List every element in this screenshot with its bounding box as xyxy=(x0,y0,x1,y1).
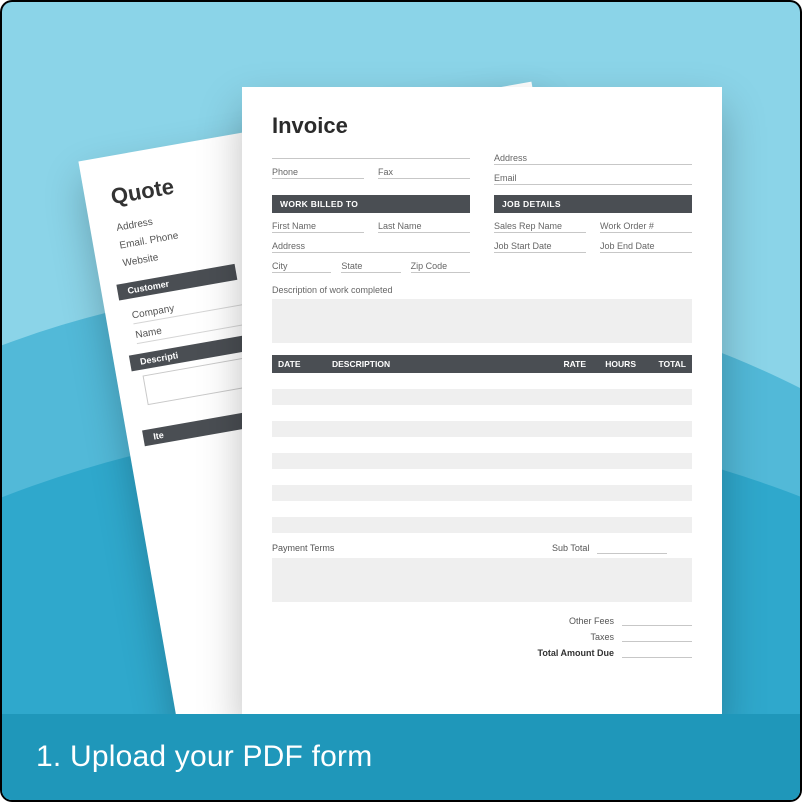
col-date: DATE xyxy=(272,355,326,373)
first-name-field: First Name xyxy=(272,213,364,233)
caption-bar: 1. Upload your PDF form xyxy=(2,714,800,800)
taxes-line xyxy=(622,633,692,642)
sales-rep-field: Sales Rep Name xyxy=(494,213,586,233)
subtotal-row: Payment Terms Sub Total xyxy=(272,543,692,554)
phone-field: Phone xyxy=(272,159,364,179)
table-row xyxy=(272,405,692,421)
description-label: Description of work completed xyxy=(272,285,692,295)
table-row xyxy=(272,485,692,501)
total-due-line xyxy=(622,649,692,658)
col-description: DESCRIPTION xyxy=(326,355,542,373)
city-field: City xyxy=(272,253,331,273)
state-field: State xyxy=(341,253,400,273)
table-row xyxy=(272,373,692,389)
other-fees-line xyxy=(622,617,692,626)
col-rate: RATE xyxy=(542,355,592,373)
table-row xyxy=(272,501,692,517)
description-box xyxy=(272,299,692,343)
invoice-bands-row: WORK BILLED TO JOB DETAILS xyxy=(272,185,692,213)
illustration-card: Quote Address Email. Phone Website Custo… xyxy=(0,0,802,802)
totals-block: Other Fees Taxes Total Amount Due xyxy=(272,616,692,658)
subtotal-line xyxy=(597,544,667,554)
invoice-top-row: Phone Fax Address Email xyxy=(272,145,692,185)
background: Quote Address Email. Phone Website Custo… xyxy=(2,2,800,800)
billing-address-field: Address xyxy=(272,233,470,253)
band-job-details: JOB DETAILS xyxy=(494,195,692,213)
col-hours: HOURS xyxy=(592,355,642,373)
table-row xyxy=(272,469,692,485)
subtotal-label: Sub Total xyxy=(552,543,589,553)
job-end-field: Job End Date xyxy=(600,233,692,253)
total-due-label: Total Amount Due xyxy=(524,648,614,658)
payment-terms-label: Payment Terms xyxy=(272,543,552,554)
table-row xyxy=(272,453,692,469)
job-start-field: Job Start Date xyxy=(494,233,586,253)
col-total: TOTAL xyxy=(642,355,692,373)
caption-text: 1. Upload your PDF form xyxy=(36,740,372,774)
taxes-label: Taxes xyxy=(524,632,614,642)
invoice-details-row: First Name Last Name Address City State … xyxy=(272,213,692,273)
table-row xyxy=(272,517,692,533)
table-row xyxy=(272,389,692,405)
email-field: Email xyxy=(494,165,692,185)
line-items-header: DATE DESCRIPTION RATE HOURS TOTAL xyxy=(272,355,692,373)
last-name-field: Last Name xyxy=(378,213,470,233)
other-fees-label: Other Fees xyxy=(524,616,614,626)
invoice-title: Invoice xyxy=(272,113,692,139)
invoice-page: Invoice Phone Fax Address Email xyxy=(242,87,722,717)
payment-terms-box xyxy=(272,558,692,602)
address-field: Address xyxy=(494,145,692,165)
work-order-field: Work Order # xyxy=(600,213,692,233)
zip-field: Zip Code xyxy=(411,253,470,273)
table-row xyxy=(272,421,692,437)
line-items-body xyxy=(272,373,692,533)
band-work-billed-to: WORK BILLED TO xyxy=(272,195,470,213)
fax-field: Fax xyxy=(378,159,470,179)
company-name-line xyxy=(272,145,470,159)
table-row xyxy=(272,437,692,453)
